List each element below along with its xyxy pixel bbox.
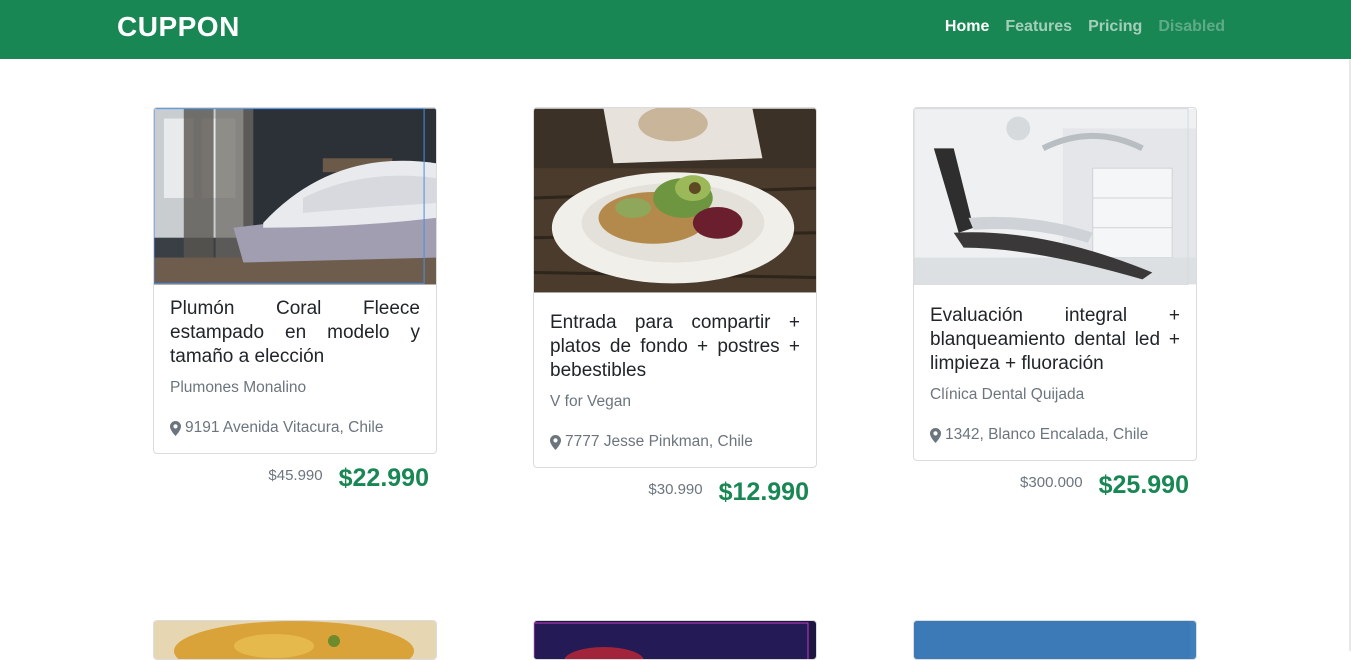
nav-item-pricing[interactable]: Pricing xyxy=(1088,18,1142,36)
deal-vendor: Clínica Dental Quijada xyxy=(930,386,1085,403)
new-price: $22.990 xyxy=(338,464,429,492)
nav-item-home[interactable]: Home xyxy=(945,18,989,36)
deal-card-partial[interactable] xyxy=(153,620,437,660)
deal-vendor: Plumones Monalino xyxy=(170,379,307,396)
deal-address: 1342, Blanco Encalada, Chile xyxy=(930,426,1180,444)
deal-card: Plumón Coral Fleece estampado en modelo … xyxy=(153,107,437,493)
deal-card: Evaluación integral + blanqueamiento den… xyxy=(913,107,1197,500)
deal-title[interactable]: Evaluación integral + blanqueamiento den… xyxy=(930,304,1180,376)
deal-address: 7777 Jesse Pinkman, Chile xyxy=(550,433,800,451)
deal-vendor: V for Vegan xyxy=(550,393,632,410)
navbar: CUPPON Home Features Pricing Disabled xyxy=(0,0,1351,59)
food-photo[interactable] xyxy=(154,621,437,660)
nav-item-features[interactable]: Features xyxy=(1005,18,1072,36)
vegan-plate-photo[interactable] xyxy=(534,108,816,293)
deal-address-text: 1342, Blanco Encalada, Chile xyxy=(945,426,1149,443)
deal-title[interactable]: Plumón Coral Fleece estampado en modelo … xyxy=(170,297,420,369)
map-marker-icon xyxy=(170,420,181,436)
deal-title[interactable]: Entrada para compartir + platos de fondo… xyxy=(550,311,800,383)
night-photo[interactable] xyxy=(534,621,817,660)
deal-card-body[interactable]: Plumón Coral Fleece estampado en modelo … xyxy=(153,107,437,454)
map-marker-icon xyxy=(930,427,941,443)
deal-card-partial[interactable] xyxy=(913,620,1197,660)
map-marker-icon xyxy=(550,434,561,450)
old-price: $45.990 xyxy=(268,467,323,484)
price-row: $30.990 $12.990 xyxy=(533,478,817,507)
nav-menu: Home Features Pricing Disabled xyxy=(929,18,1225,36)
old-price: $300.000 xyxy=(1020,474,1083,491)
price-row: $45.990 $22.990 xyxy=(153,464,437,493)
deal-address-text: 7777 Jesse Pinkman, Chile xyxy=(565,433,753,450)
deal-address-text: 9191 Avenida Vitacura, Chile xyxy=(185,419,384,436)
nav-item-disabled: Disabled xyxy=(1158,18,1225,35)
new-price: $25.990 xyxy=(1098,471,1189,499)
dental-chair-photo[interactable] xyxy=(914,108,1196,285)
old-price: $30.990 xyxy=(648,481,703,498)
sky-photo[interactable] xyxy=(914,621,1197,660)
deal-card-body[interactable]: Evaluación integral + blanqueamiento den… xyxy=(913,107,1197,461)
bedroom-photo[interactable] xyxy=(154,108,436,285)
new-price: $12.990 xyxy=(718,478,809,506)
deal-card-body[interactable]: Entrada para compartir + platos de fondo… xyxy=(533,107,817,468)
deal-card-partial[interactable] xyxy=(533,620,817,660)
deal-card: Entrada para compartir + platos de fondo… xyxy=(533,107,817,507)
price-row: $300.000 $25.990 xyxy=(913,471,1197,500)
deal-address: 9191 Avenida Vitacura, Chile xyxy=(170,419,420,437)
brand-logo[interactable]: CUPPON xyxy=(117,11,240,43)
